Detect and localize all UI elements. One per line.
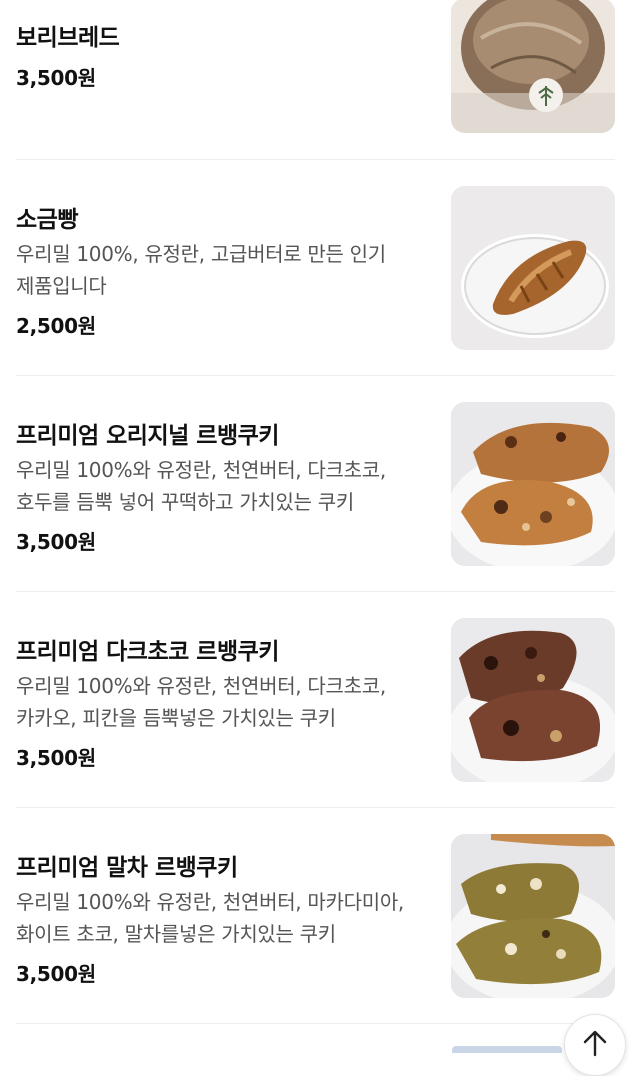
dark-choco-levain-cookie-photo[interactable] xyxy=(451,618,615,782)
menu-item-price: 2,500원 xyxy=(16,314,96,338)
item-divider xyxy=(16,591,615,592)
scroll-to-top-button[interactable] xyxy=(564,1014,626,1076)
menu-item-barley-bread[interactable]: 보리브레드 3,500원 xyxy=(16,0,615,134)
salt-bread-photo[interactable] xyxy=(451,186,615,350)
matcha-levain-cookie-photo[interactable] xyxy=(451,834,615,998)
menu-item-price: 3,500원 xyxy=(16,66,96,90)
menu-item-price: 3,500원 xyxy=(16,530,96,554)
menu-item-original-levain-cookie[interactable]: 프리미엄 오리지널 르뱅쿠키 우리밀 100%와 유정란, 천연버터, 다크초코… xyxy=(16,402,615,567)
item-divider xyxy=(16,807,615,808)
description-line: 제품입니다 xyxy=(16,274,107,298)
menu-item-name: 프리미엄 다크초코 르뱅쿠키 xyxy=(16,639,279,665)
menu-item-matcha-levain-cookie[interactable]: 프리미엄 말차 르뱅쿠키 우리밀 100%와 유정란, 천연버터, 마카다미아,… xyxy=(16,834,615,999)
description-line: 우리밀 100%와 유정란, 천연버터, 다크초코, xyxy=(16,674,386,698)
menu-item-salt-bread[interactable]: 소금빵 우리밀 100%, 유정란, 고급버터로 만든 인기 제품입니다 2,5… xyxy=(16,186,615,351)
menu-item-description: 우리밀 100%와 유정란, 천연버터, 다크초코, 호두를 듬뿍 넣어 꾸떡하… xyxy=(16,454,431,518)
menu-item-name: 프리미엄 말차 르뱅쿠키 xyxy=(16,855,238,881)
barley-bread-photo[interactable] xyxy=(451,0,615,133)
original-levain-cookie-photo[interactable] xyxy=(451,402,615,566)
menu-item-name: 프리미엄 오리지널 르뱅쿠키 xyxy=(16,423,279,449)
description-line: 카카오, 피칸을 듬뿍넣은 가치있는 쿠키 xyxy=(16,706,336,730)
next-item-image-peek xyxy=(452,1046,562,1053)
menu-item-price: 3,500원 xyxy=(16,746,96,770)
description-line: 우리밀 100%, 유정란, 고급버터로 만든 인기 xyxy=(16,242,386,266)
menu-item-name: 소금빵 xyxy=(16,207,78,233)
item-divider xyxy=(16,159,615,160)
description-line: 화이트 초코, 말차를넣은 가치있는 쿠키 xyxy=(16,922,336,946)
item-divider xyxy=(16,1023,615,1024)
menu-item-description: 우리밀 100%와 유정란, 천연버터, 다크초코, 카카오, 피칸을 듬뿍넣은… xyxy=(16,670,431,734)
menu-item-description: 우리밀 100%, 유정란, 고급버터로 만든 인기 제품입니다 xyxy=(16,238,431,302)
menu-item-price: 3,500원 xyxy=(16,962,96,986)
description-line: 우리밀 100%와 유정란, 천연버터, 다크초코, xyxy=(16,458,386,482)
menu-item-name: 보리브레드 xyxy=(16,25,120,51)
menu-item-dark-choco-levain-cookie[interactable]: 프리미엄 다크초코 르뱅쿠키 우리밀 100%와 유정란, 천연버터, 다크초코… xyxy=(16,618,615,783)
description-line: 우리밀 100%와 유정란, 천연버터, 마카다미아, xyxy=(16,890,404,914)
description-line: 호두를 듬뿍 넣어 꾸떡하고 가치있는 쿠키 xyxy=(16,490,354,514)
item-divider xyxy=(16,375,615,376)
menu-item-description: 우리밀 100%와 유정란, 천연버터, 마카다미아, 화이트 초코, 말차를넣… xyxy=(16,886,431,950)
